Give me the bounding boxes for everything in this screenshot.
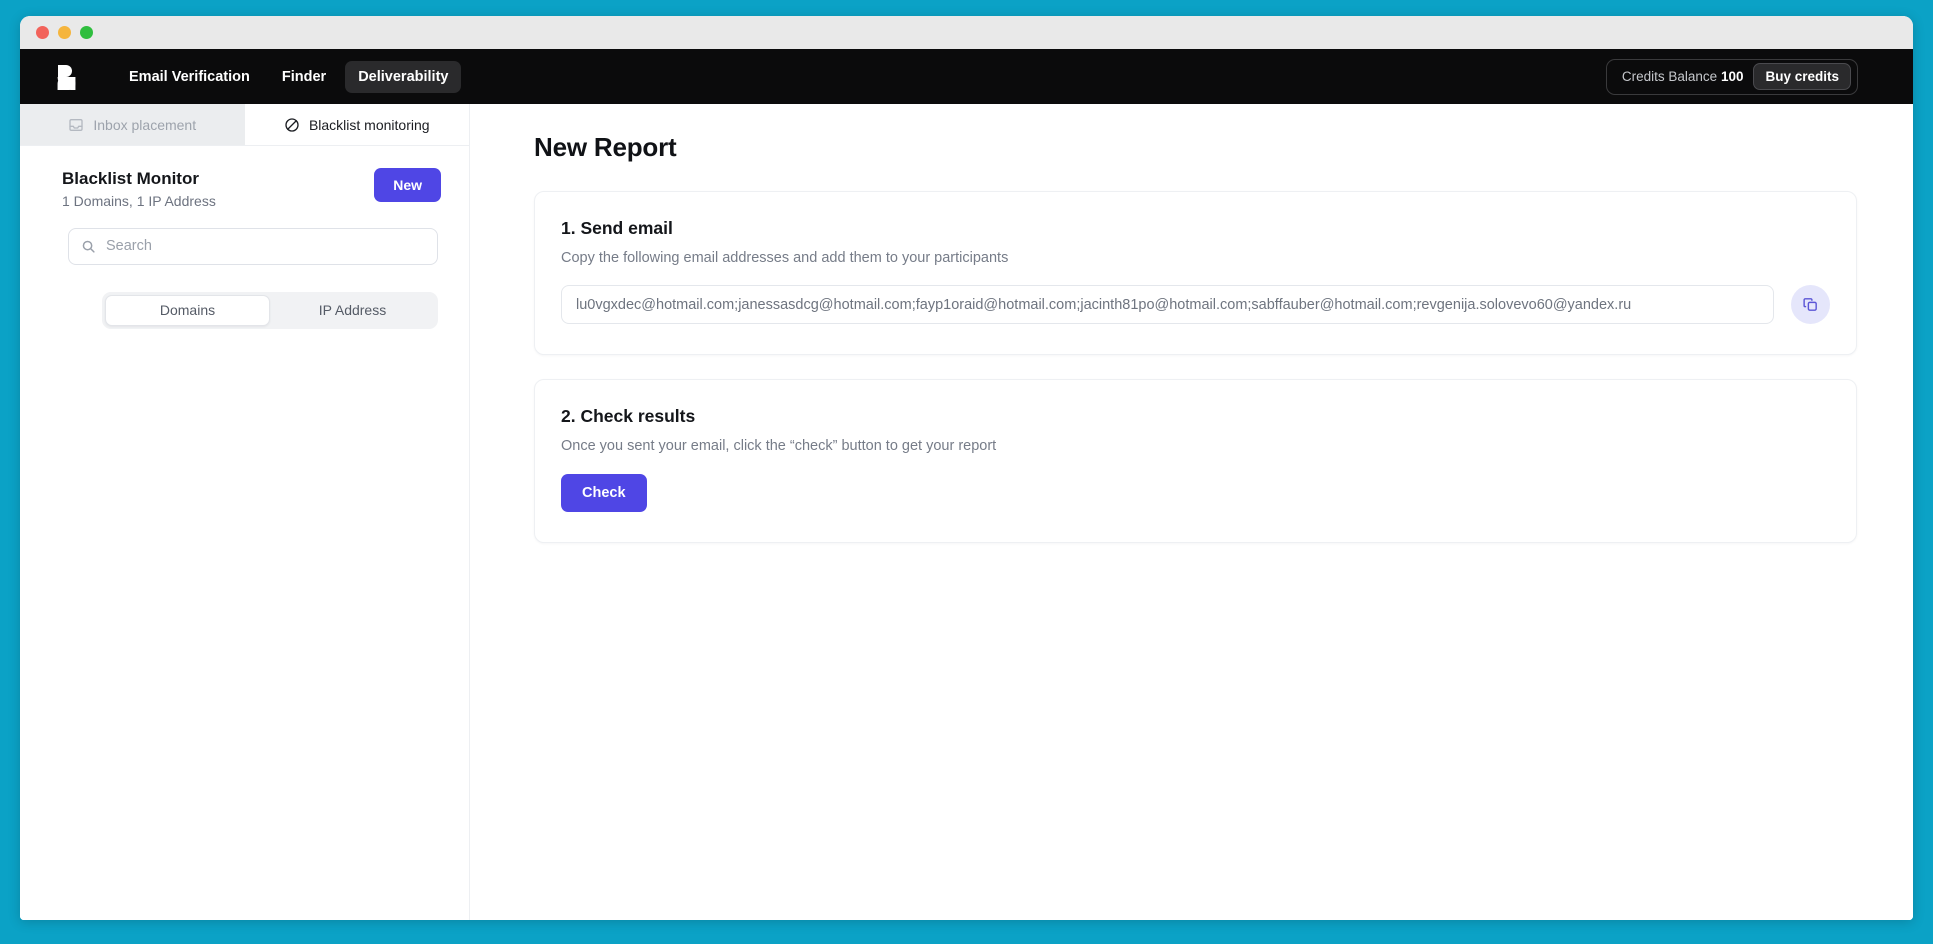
check-results-subtitle: Once you sent your email, click the “che… bbox=[561, 438, 997, 454]
nav-link-email-verification[interactable]: Email Verification bbox=[116, 61, 263, 93]
main-content: New Report 1. Send email Copy the follow… bbox=[470, 104, 1913, 920]
search-input[interactable] bbox=[106, 238, 425, 255]
close-window-button[interactable] bbox=[36, 26, 49, 39]
domains-ip-segmented-control: Domains IP Address bbox=[102, 291, 438, 329]
window-titlebar bbox=[20, 16, 1913, 49]
inbox-icon bbox=[69, 118, 84, 131]
nav-link-finder[interactable]: Finder bbox=[269, 61, 339, 93]
nav-link-label: Email Verification bbox=[129, 68, 250, 85]
new-monitor-button[interactable]: New bbox=[374, 168, 441, 202]
credits-balance-label: Credits Balance bbox=[1621, 69, 1718, 84]
minimize-window-button[interactable] bbox=[58, 26, 71, 39]
blacklist-monitor-title: Blacklist Monitor bbox=[62, 169, 199, 188]
blacklist-monitor-header: Blacklist Monitor 1 Domains, 1 IP Addres… bbox=[20, 146, 469, 209]
tab-inbox-placement[interactable]: Inbox placement bbox=[20, 104, 245, 146]
bouncer-logo-icon[interactable] bbox=[56, 62, 86, 92]
send-email-subtitle: Copy the following email addresses and a… bbox=[561, 250, 1009, 266]
credits-widget: Credits Balance 100 Buy credits bbox=[1605, 58, 1858, 95]
segment-domains[interactable]: Domains bbox=[105, 294, 270, 326]
email-addresses-input[interactable] bbox=[561, 285, 1774, 324]
tab-label: Inbox placement bbox=[93, 116, 197, 133]
top-navigation-bar: Email Verification Finder Deliverability… bbox=[20, 49, 1913, 104]
blacklist-monitor-subtitle: 1 Domains, 1 IP Address bbox=[62, 192, 216, 209]
tab-blacklist-monitoring[interactable]: Blacklist monitoring bbox=[244, 104, 469, 146]
buy-credits-button[interactable]: Buy credits bbox=[1753, 63, 1851, 90]
check-button[interactable]: Check bbox=[561, 474, 647, 512]
credits-balance-value: 100 bbox=[1720, 69, 1744, 84]
zoom-window-button[interactable] bbox=[80, 26, 93, 39]
sidebar: Inbox placement Blacklist monitoring Bla… bbox=[20, 104, 470, 920]
check-results-title: 2. Check results bbox=[561, 406, 696, 426]
copy-emails-button[interactable] bbox=[1791, 285, 1830, 324]
primary-nav-links: Email Verification Finder Deliverability bbox=[116, 60, 462, 93]
app-window: Email Verification Finder Deliverability… bbox=[20, 16, 1913, 920]
check-results-card: 2. Check results Once you sent your emai… bbox=[534, 379, 1857, 543]
sidebar-tabs: Inbox placement Blacklist monitoring bbox=[20, 104, 469, 146]
credits-balance-text: Credits Balance 100 bbox=[1622, 69, 1744, 84]
blacklist-monitor-titles: Blacklist Monitor 1 Domains, 1 IP Addres… bbox=[62, 168, 216, 209]
search-icon bbox=[82, 240, 95, 253]
tab-label: Blacklist monitoring bbox=[308, 116, 430, 133]
send-email-card: 1. Send email Copy the following email a… bbox=[534, 191, 1857, 355]
nav-link-label: Finder bbox=[281, 68, 327, 85]
page-title: New Report bbox=[534, 132, 677, 162]
nav-link-label: Deliverability bbox=[358, 68, 449, 85]
nav-link-deliverability[interactable]: Deliverability bbox=[345, 60, 462, 93]
segment-ip-address[interactable]: IP Address bbox=[270, 295, 435, 326]
ban-icon bbox=[285, 117, 299, 132]
send-email-title: 1. Send email bbox=[561, 218, 673, 238]
email-addresses-row bbox=[561, 285, 1830, 324]
app-body: Inbox placement Blacklist monitoring Bla… bbox=[20, 104, 1913, 920]
search-box[interactable] bbox=[68, 227, 438, 265]
copy-icon bbox=[1803, 298, 1817, 311]
